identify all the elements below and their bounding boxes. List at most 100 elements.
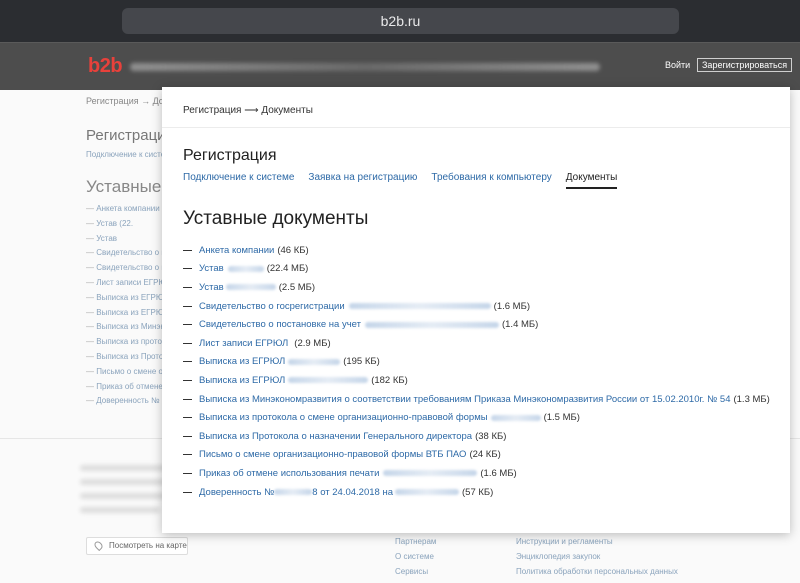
address-bar[interactable]: b2b.ru [122,8,679,34]
page-title: Регистрация [183,147,277,164]
document-link[interactable]: Выписка из протокола о смене организацио… [199,412,488,423]
show-on-map-button[interactable]: Посмотреть на карте [86,537,188,555]
show-on-map-label: Посмотреть на карте [109,541,187,550]
document-link[interactable]: Лист записи ЕГРЮЛ [199,338,288,349]
tab-requirements[interactable]: Требования к компьютеру [431,172,551,189]
list-item: Приказ об отмене использования печати (1… [183,464,770,483]
file-size: (182 КБ) [371,374,408,386]
list-item: Устав (22.4 МБ) [183,260,770,279]
bg-breadcrumb: Регистрация → Доку [86,96,173,106]
list-item: Выписка из ЕГРЮЛ (195 КБ) [183,353,770,372]
register-button[interactable]: Зарегистрироваться [697,58,793,72]
list-item: Лист записи ЕГРЮЛ (2.9 МБ) [183,334,770,353]
footer-link[interactable]: Партнерам [395,537,436,552]
redacted-text [227,265,264,272]
file-size: (24 КБ) [469,449,501,461]
document-link[interactable]: Письмо о смене организационно-правовой ф… [199,449,466,460]
bg-document-list: Анкета компании (4 Устав (22. Устав Свид… [86,204,171,411]
dash-icon [183,435,192,437]
section-heading: Уставные документы [183,208,369,229]
document-link[interactable]: Свидетельство о постановке на учет [199,319,361,330]
redacted-text [383,470,478,477]
tab-bar: Подключение к системе Заявка на регистра… [183,172,631,189]
breadcrumb[interactable]: Регистрация ⟶ Документы [183,105,313,116]
dash-icon [183,361,192,363]
document-link[interactable]: Устав [199,263,224,274]
document-link[interactable]: Анкета компании [199,245,274,256]
redacted-text [80,479,170,485]
bg-list-item: Свидетельство о г [86,248,171,263]
dash-icon [183,249,192,251]
document-link[interactable]: Свидетельство о госрегистрации [199,301,345,312]
redacted-text [364,321,499,328]
redacted-text [225,284,276,291]
dash-icon [183,286,192,288]
bg-list-item: Письмо о смене орг [86,367,171,382]
footer-link[interactable]: О системе [395,552,436,567]
redacted-text [80,507,160,513]
document-link[interactable]: Выписка из Протокола о назначении Генера… [199,431,472,442]
bg-list-item: Устав (22. [86,219,171,234]
list-item: Письмо о смене организационно-правовой ф… [183,446,770,465]
dash-icon [183,398,192,400]
tab-connection[interactable]: Подключение к системе [183,172,294,189]
redacted-text [490,414,541,421]
list-item: Выписка из Минэкономразвития о соответст… [183,390,770,409]
list-item: Анкета компании (46 КБ) [183,241,770,260]
document-link[interactable]: Доверенность № [199,487,274,498]
redacted-nav [130,63,600,71]
list-item: Выписка из протокола о смене организацио… [183,408,770,427]
dash-icon [183,472,192,474]
map-pin-icon [92,539,105,552]
footer-link[interactable]: Инструкции и регламенты [516,537,678,552]
bg-page-title: Регистрация [86,127,174,144]
bg-list-item: Приказ об отмене [86,382,171,397]
site-header: b2b Войти Зарегистрироваться [0,42,800,90]
dash-icon [183,268,192,270]
file-size: (2.5 МБ) [278,281,316,293]
redacted-text [274,489,313,496]
document-list: Анкета компании (46 КБ) Устав (22.4 МБ) … [183,241,770,501]
dash-icon [183,491,192,493]
footer-links-col-2: Инструкции и регламенты Энциклопедия зак… [516,537,678,582]
file-size: (1.6 МБ) [480,467,517,479]
redacted-text [348,303,491,310]
file-size: (22.4 МБ) [266,263,309,275]
file-size: (1.5 МБ) [543,412,580,424]
document-link[interactable]: Выписка из ЕГРЮЛ [199,356,285,367]
footer-link[interactable]: Сервисы [395,567,436,582]
login-link[interactable]: Войти [665,60,690,70]
dash-icon [183,417,192,419]
bg-list-item: Анкета компании (4 [86,204,171,219]
dash-icon [183,305,192,307]
tab-application[interactable]: Заявка на регистрацию [308,172,417,189]
document-link-tail[interactable]: 8 от 24.04.2018 на [312,487,393,498]
bg-list-item: Выписка из Протоко [86,352,171,367]
bg-list-item: Лист записи ЕГРЮЛ [86,278,171,293]
list-item: Доверенность № 8 от 24.04.2018 на (57 КБ… [183,483,770,502]
file-size: (1.4 МБ) [501,319,539,331]
file-size: (38 КБ) [475,430,507,442]
divider [162,127,790,128]
redacted-text [288,358,341,365]
footer-link[interactable]: Политика обработки персональных данных [516,567,678,582]
document-link[interactable]: Выписка из Минэкономразвития о соответст… [199,394,730,405]
document-link[interactable]: Приказ об отмене использования печати [199,468,379,479]
list-item: Свидетельство о госрегистрации (1.6 МБ) [183,297,770,316]
documents-panel: Регистрация ⟶ Документы Регистрация Подк… [162,87,790,533]
tab-documents[interactable]: Документы [565,172,618,189]
document-link[interactable]: Выписка из ЕГРЮЛ [199,375,285,386]
bg-list-item: Доверенность № [86,396,171,411]
list-item: Выписка из ЕГРЮЛ (182 КБ) [183,371,770,390]
bg-tab-link: Подключение к систе [86,150,166,159]
site-logo[interactable]: b2b [88,55,123,78]
file-size: (46 КБ) [277,244,309,256]
footer-link[interactable]: Энциклопедия закупок [516,552,678,567]
redacted-text [288,377,369,384]
dash-icon [183,342,192,344]
dash-icon [183,454,192,456]
footer-links-col-1: Партнерам О системе Сервисы [395,537,436,582]
file-size: (57 КБ) [462,486,494,498]
redacted-text [395,489,459,496]
document-link[interactable]: Устав [199,282,224,293]
